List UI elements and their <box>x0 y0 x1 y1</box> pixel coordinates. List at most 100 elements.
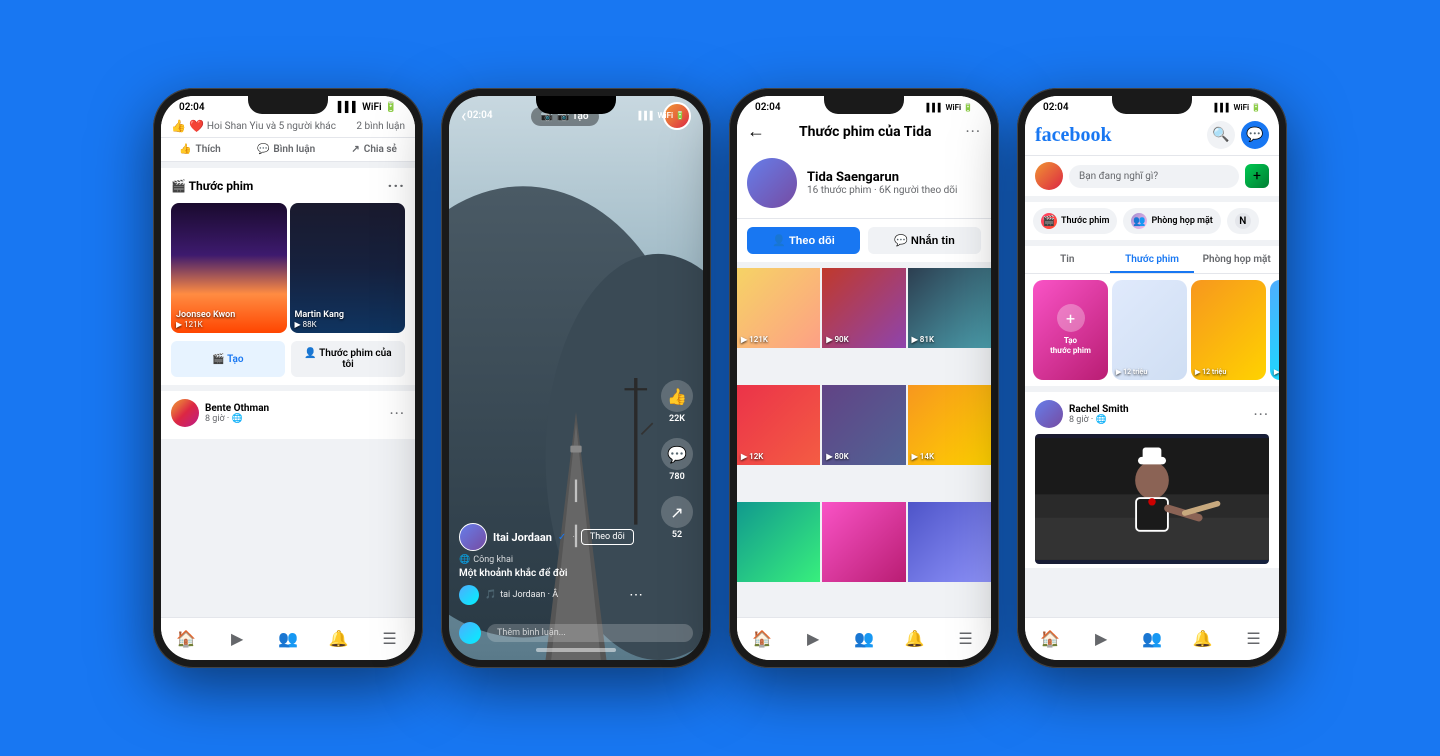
like-action[interactable]: 👍 22K <box>661 380 693 424</box>
p4-create-reel-card[interactable]: + Tạo thước phim <box>1033 280 1108 380</box>
status-icons-1: ▌▌▌ WiFi 🔋 <box>338 102 397 113</box>
comment-input-p2[interactable]: Thêm bình luận... <box>487 624 693 642</box>
nav-notif-1[interactable]: 🔔 <box>327 626 351 650</box>
screen-4: 02:04 ▌▌▌ WiFi 🔋 facebook 🔍 💬 Bạn đang n… <box>1025 96 1279 660</box>
chef-scene-svg <box>1035 434 1269 564</box>
screen-2: 02:04 ▌▌▌ WiFi 🔋 <box>449 96 703 660</box>
share-action[interactable]: ↗ 52 <box>661 496 693 540</box>
p2-caption: Một khoảnh khắc để đời <box>459 568 643 579</box>
grid-item-8[interactable] <box>908 502 991 582</box>
p4-reel-card-2[interactable]: ▶ 12 triệu <box>1191 280 1266 380</box>
reel-thumb-1[interactable]: Joonseo Kwon ▶ 121K <box>171 203 287 333</box>
create-reel-btn[interactable]: 🎬 Tạo <box>171 341 285 377</box>
nav-menu-1[interactable]: ☰ <box>378 626 402 650</box>
p4-feed: Bạn đang nghĩ gì? + 🎬 Thước phim 👥 Phòng… <box>1025 156 1279 617</box>
p4-tabs: Tin Thước phim Phòng họp mặt <box>1025 246 1279 274</box>
p4-create-story-icon[interactable]: + <box>1245 164 1269 188</box>
like-btn[interactable]: 👍 Thích <box>179 144 221 155</box>
p3-action-btns: 👤 Theo dõi 💬 Nhắn tin <box>737 219 991 268</box>
nav-home-1[interactable]: 🏠 <box>174 626 198 650</box>
p4-post: Rachel Smith 8 giờ · 🌐 <box>1025 392 1279 568</box>
p2-reel-user-avatar <box>459 523 487 551</box>
phone-3: 02:04 ▌▌▌ WiFi 🔋 ← Thước phim của Tida T… <box>729 88 999 668</box>
p2-comment-row: 🎵 tai Jordaan · Â ⋯ <box>459 585 643 605</box>
p2-comment-area: Thêm bình luận... <box>459 622 693 644</box>
p4-whats-on-mind[interactable]: Bạn đang nghĩ gì? <box>1069 165 1239 188</box>
grid-item-1[interactable]: ▶ 90K <box>822 268 905 348</box>
nav-reels-1[interactable]: ▶ <box>225 626 249 650</box>
reels-header: 🎬 Thước phim <box>171 176 405 195</box>
p1-reactions: 👍 ❤️ Hoi Shan Yiu và 5 người khác <box>171 119 336 133</box>
p4-reel-card-1[interactable]: ▶ 12 triệu <box>1112 280 1187 380</box>
grid-item-2[interactable]: ▶ 81K <box>908 268 991 348</box>
nav-groups-3[interactable]: 👥 <box>852 626 876 650</box>
p3-title: Thước phim của Tida <box>799 124 931 140</box>
phone-4: 02:04 ▌▌▌ WiFi 🔋 facebook 🔍 💬 Bạn đang n… <box>1017 88 1287 668</box>
nav-home-3[interactable]: 🏠 <box>750 626 774 650</box>
p4-post-avatar <box>1035 400 1063 428</box>
phones-container: 02:04 ▌▌▌ WiFi 🔋 👍 ❤️ Hoi Shan Yiu và 5 … <box>153 88 1287 668</box>
grid-item-6[interactable] <box>737 502 820 582</box>
p1-top-bar: 👍 ❤️ Hoi Shan Yiu và 5 người khác 2 bình… <box>161 115 415 137</box>
grid-item-5[interactable]: ▶ 14K <box>908 385 991 465</box>
p3-reels-grid: ▶ 121K ▶ 90K ▶ 81K ▶ 12K ▶ 80K ▶ 14K <box>737 268 991 617</box>
nav-reels-4[interactable]: ▶ <box>1089 626 1113 650</box>
notch-1 <box>248 96 328 114</box>
p4-shortcuts: 🎬 Thước phim 👥 Phòng họp mặt N <box>1025 202 1279 246</box>
grid-item-3[interactable]: ▶ 12K <box>737 385 820 465</box>
shortcut-more[interactable]: N <box>1227 208 1259 234</box>
share-btn[interactable]: ↗ Chia sẻ <box>351 144 397 155</box>
nav-menu-3[interactable]: ☰ <box>954 626 978 650</box>
nav-groups-4[interactable]: 👥 <box>1140 626 1164 650</box>
nav-notif-3[interactable]: 🔔 <box>903 626 927 650</box>
post-more-icon[interactable] <box>389 404 405 423</box>
comment-btn[interactable]: 💬 Bình luận <box>257 144 315 155</box>
notch-4 <box>1112 96 1192 114</box>
tab-thuoc-phim[interactable]: Thước phim <box>1110 246 1195 273</box>
comment-more-icon[interactable]: ⋯ <box>629 587 643 603</box>
grid-item-7[interactable] <box>822 502 905 582</box>
p1-content: 👍 ❤️ Hoi Shan Yiu và 5 người khác 2 bình… <box>161 115 415 617</box>
p3-profile-avatar <box>747 158 797 208</box>
nav-notif-4[interactable]: 🔔 <box>1191 626 1215 650</box>
p4-post-more-icon[interactable] <box>1253 405 1269 424</box>
p3-follow-btn[interactable]: 👤 Theo dõi <box>747 227 860 254</box>
nav-menu-4[interactable]: ☰ <box>1242 626 1266 650</box>
nav-home-4[interactable]: 🏠 <box>1038 626 1062 650</box>
notch-3 <box>824 96 904 114</box>
reels-btns: 🎬 Tạo 👤 Thước phim của tôi <box>171 341 405 377</box>
p1-post: Bente Othman 8 giờ · 🌐 <box>161 391 415 439</box>
reels-more-icon[interactable] <box>388 176 405 195</box>
p3-header: ← Thước phim của Tida <box>737 115 991 148</box>
p1-post-avatar <box>171 399 199 427</box>
phone-1: 02:04 ▌▌▌ WiFi 🔋 👍 ❤️ Hoi Shan Yiu và 5 … <box>153 88 423 668</box>
facebook-logo: facebook <box>1035 124 1112 147</box>
p2-bottom-info: Itai Jordaan ✓ · Theo dõi 🌐 Công khai Mộ… <box>459 523 643 605</box>
shortcut-reels[interactable]: 🎬 Thước phim <box>1033 208 1117 234</box>
search-icon-btn[interactable]: 🔍 <box>1207 121 1235 149</box>
screen-1: 02:04 ▌▌▌ WiFi 🔋 👍 ❤️ Hoi Shan Yiu và 5 … <box>161 96 415 660</box>
p3-back-btn[interactable]: ← <box>747 121 765 142</box>
my-reels-btn[interactable]: 👤 Thước phim của tôi <box>291 341 405 377</box>
p4-my-avatar <box>1035 162 1063 190</box>
tab-tin[interactable]: Tin <box>1025 246 1110 273</box>
nav-reels-3[interactable]: ▶ <box>801 626 825 650</box>
p2-reel-content: ‹ 📷 📷 Tạo 👍 22K 💬 780 <box>449 96 703 660</box>
p2-follow-btn[interactable]: Theo dõi <box>581 529 634 545</box>
comment-action[interactable]: 💬 780 <box>661 438 693 482</box>
p4-post-image <box>1035 434 1269 564</box>
tab-phong-hop[interactable]: Phòng họp mặt <box>1194 246 1279 273</box>
messenger-icon-btn[interactable]: 💬 <box>1241 121 1269 149</box>
shortcut-rooms[interactable]: 👥 Phòng họp mặt <box>1123 208 1220 234</box>
grid-item-0[interactable]: ▶ 121K <box>737 268 820 348</box>
p4-reel-card-3[interactable]: ▶ 12 <box>1270 280 1279 380</box>
p2-commenter-avatar <box>459 585 479 605</box>
p4-topbar: facebook 🔍 💬 <box>1025 115 1279 156</box>
status-bar-2: 02:04 ▌▌▌ WiFi 🔋 <box>449 104 703 123</box>
p4-story-input: Bạn đang nghĩ gì? + <box>1025 156 1279 202</box>
reel-thumb-2[interactable]: Martin Kang ▶ 88K <box>290 203 406 333</box>
grid-item-4[interactable]: ▶ 80K <box>822 385 905 465</box>
nav-groups-1[interactable]: 👥 <box>276 626 300 650</box>
p3-message-btn[interactable]: 💬 Nhắn tin <box>868 227 981 254</box>
p3-more-icon[interactable] <box>965 122 981 141</box>
